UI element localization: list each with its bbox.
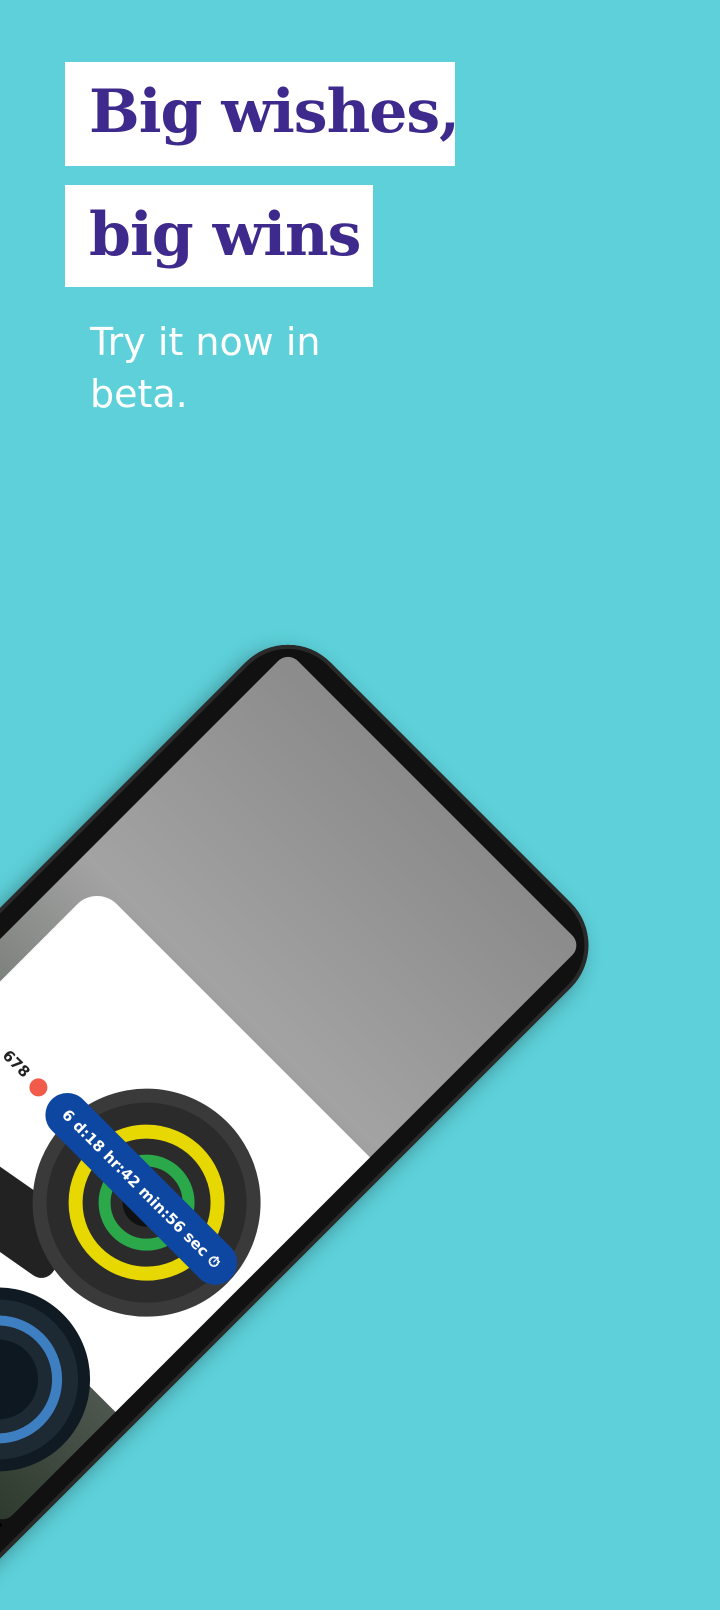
phone-screen: 678 6 d:18 hr:42 min:56 sec ⏱ <box>0 651 583 1526</box>
entries-count: 678 <box>0 1046 34 1082</box>
red-dot-icon <box>26 1074 52 1100</box>
subtitle-text: Try it now in beta. <box>90 320 321 416</box>
stopwatch-icon: ⏱ <box>203 1251 225 1273</box>
phone-mockup: 678 6 d:18 hr:42 min:56 sec ⏱ ◀ ● ■ <box>0 620 614 1610</box>
headline-line-2: big wins <box>65 185 373 287</box>
headline-line-1: Big wishes, <box>65 62 460 166</box>
